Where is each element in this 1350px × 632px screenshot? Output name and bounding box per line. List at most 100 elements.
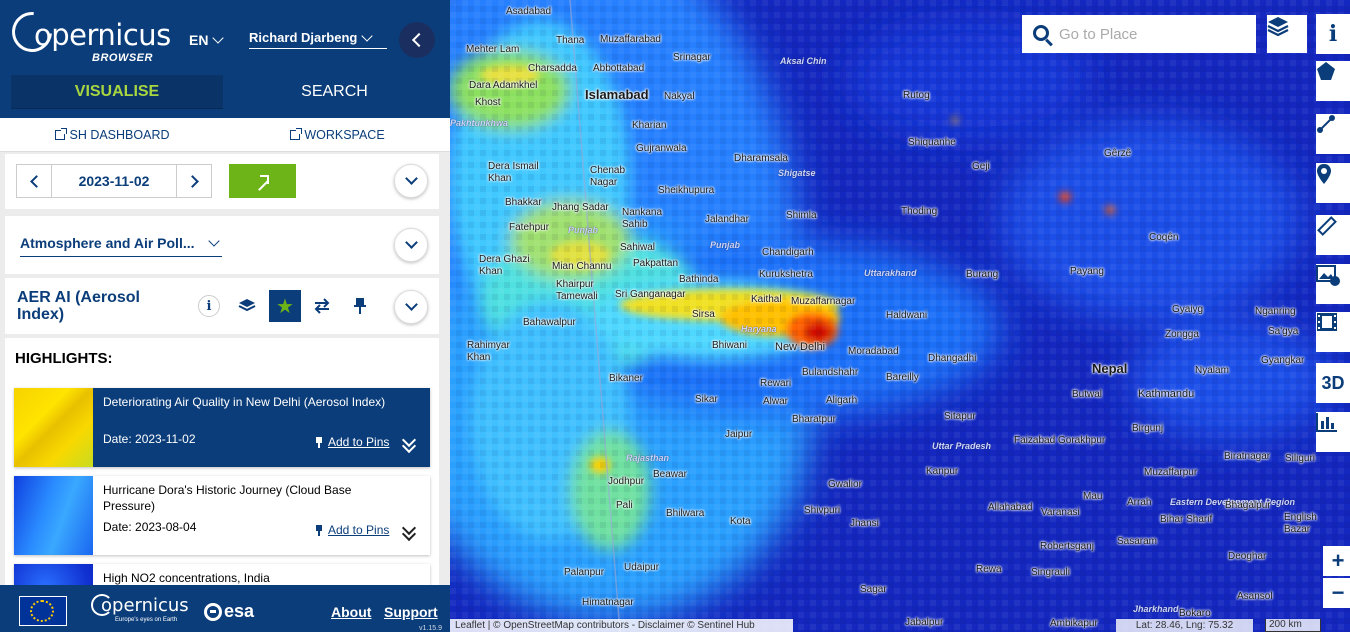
map-label: Bhilwara [666, 508, 705, 519]
theme-select[interactable]: Atmosphere and Air Poll... [20, 235, 222, 257]
image-download-button[interactable] [1316, 264, 1350, 304]
expand-highlight-button[interactable] [401, 432, 417, 454]
map-label: Arrah [1127, 497, 1152, 508]
map-label: Gorakhpur [1058, 435, 1106, 446]
expand-theme-button[interactable] [394, 228, 428, 262]
map-label: Gyaiyg [1172, 304, 1204, 315]
copernicus-browser-logo[interactable]: opernicus BROWSER [3, 3, 171, 66]
map-label: Zongga [1165, 329, 1199, 340]
highlight-card[interactable]: Deteriorating Air Quality in New Delhi (… [14, 388, 430, 467]
place-marker-button[interactable] [1316, 163, 1350, 203]
compare-button[interactable] [306, 290, 338, 322]
chevron-down-icon [208, 235, 220, 247]
map-label: Muzaffarnagar [791, 296, 856, 307]
map-region-label: Jharkhand [1133, 604, 1179, 614]
map-label: Dara Adamkhel [469, 80, 538, 91]
expand-layer-button[interactable] [394, 290, 428, 324]
draw-line-button[interactable] [1316, 114, 1350, 154]
highlight-name: Deteriorating Air Quality in New Delhi (… [103, 395, 386, 409]
map-label: Bhagalpur [1225, 500, 1271, 511]
map-label: Bulandshahr [802, 367, 859, 378]
map-label: Kaithal [751, 294, 782, 305]
map-label: Bihar Sharif [1160, 514, 1213, 525]
search-input[interactable] [1059, 25, 1239, 43]
map-label: Alwar [763, 396, 789, 407]
sh-dashboard-label: SH DASHBOARD [69, 127, 170, 142]
esa-logo[interactable]: esa [204, 601, 254, 622]
add-to-pins-link[interactable]: Add to Pins [315, 523, 389, 537]
map-label: Charsadda [528, 63, 577, 74]
map-label: Khost [475, 97, 501, 108]
map-label: Chandigarh [762, 247, 814, 258]
image-download-icon [1316, 265, 1340, 286]
map-label: Muzaffarpur [1144, 467, 1198, 478]
collapse-sidebar-button[interactable] [399, 22, 435, 58]
language-select[interactable]: EN [189, 32, 225, 48]
go-to-date-button[interactable] [229, 164, 296, 198]
theme-selected-label: Atmosphere and Air Poll... [20, 235, 195, 251]
map-label: Nankana Sahib [622, 207, 663, 230]
3d-view-button[interactable]: 3D [1316, 363, 1350, 403]
support-link[interactable]: Support [384, 604, 438, 620]
tab-visualise[interactable]: VISUALISE [11, 75, 223, 109]
map-label: Coqên [1149, 232, 1179, 243]
next-date-button[interactable] [176, 164, 212, 198]
map-label: Shiquanhe [908, 137, 956, 148]
external-link-icon [55, 127, 68, 140]
highlights-panel: HIGHLIGHTS: Deteriorating Air Quality in… [5, 338, 439, 632]
sidebar-header: opernicus BROWSER EN Richard Djarbeng VI… [0, 0, 450, 118]
info-button[interactable]: i [1316, 14, 1350, 54]
film-icon [1317, 313, 1337, 331]
map-label: Varanasi [1041, 507, 1080, 518]
timelapse-button[interactable] [1316, 312, 1350, 352]
highlight-card[interactable]: Hurricane Dora's Historic Journey (Cloud… [14, 476, 430, 555]
favourite-button[interactable]: ★ [269, 290, 301, 322]
map-label: Sri Ganganagar [615, 289, 686, 300]
map-label: Bokaro [1179, 608, 1211, 619]
map-label: Sahiwal [620, 242, 656, 253]
map-label: Asansol [1237, 591, 1273, 602]
sh-dashboard-link[interactable]: SH DASHBOARD [0, 118, 225, 151]
map-label: Gwalior [828, 479, 862, 490]
chevron-down-icon [404, 298, 418, 311]
go-to-place-search[interactable] [1022, 15, 1256, 53]
map-label: Pali [616, 500, 633, 511]
map-label: Moradabad [848, 346, 899, 357]
version-label: v1.15.9 [419, 625, 442, 632]
map-label: Kanpur [926, 466, 959, 477]
map-label: Sa'gya [1268, 326, 1299, 337]
layers-button[interactable] [231, 290, 263, 322]
measure-button[interactable] [1316, 215, 1350, 255]
esa-logo-text: esa [224, 601, 255, 621]
zoom-in-button[interactable]: + [1323, 546, 1350, 576]
map-label: Mian Channu [552, 261, 612, 272]
layers-icon [238, 299, 256, 312]
date-input[interactable]: 2023-11-02 [52, 164, 176, 198]
draw-polygon-button[interactable] [1316, 61, 1350, 101]
map-region-label: Uttar Pradesh [932, 441, 992, 451]
map-label: Sasaram [1117, 536, 1158, 547]
expand-highlight-button[interactable] [401, 520, 417, 542]
zoom-out-button[interactable]: − [1323, 578, 1350, 608]
layer-info-button[interactable]: i [198, 295, 220, 317]
map-region-label: Punjab [568, 225, 599, 235]
map-label: Sagar [860, 584, 887, 595]
tab-search[interactable]: SEARCH [232, 75, 437, 109]
map-label: Mehter Lam [466, 44, 520, 55]
map-label: Bhiwani [712, 340, 748, 351]
workspace-link[interactable]: WORKSPACE [225, 118, 450, 151]
histogram-button[interactable] [1316, 412, 1350, 452]
expand-date-button[interactable] [394, 164, 428, 198]
map-label: Faizabad [1014, 435, 1056, 446]
basemap-layers-button[interactable] [1267, 15, 1307, 53]
previous-date-button[interactable] [16, 164, 52, 198]
map-label: Sheikhupura [658, 185, 715, 196]
map-label: Nakyal [664, 91, 695, 102]
map-view[interactable]: Asadabad Thana Muzaffarabad Srinagar Meh… [450, 0, 1350, 632]
copernicus-logo[interactable]: opernicus Europe's eyes on Earth [91, 592, 189, 626]
about-link[interactable]: About [331, 604, 371, 620]
add-to-pins-link[interactable]: Add to Pins [315, 435, 389, 449]
map-label: Robertsganj [1040, 541, 1094, 552]
pin-layer-button[interactable] [344, 290, 376, 322]
user-menu[interactable]: Richard Djarbeng [249, 29, 387, 49]
